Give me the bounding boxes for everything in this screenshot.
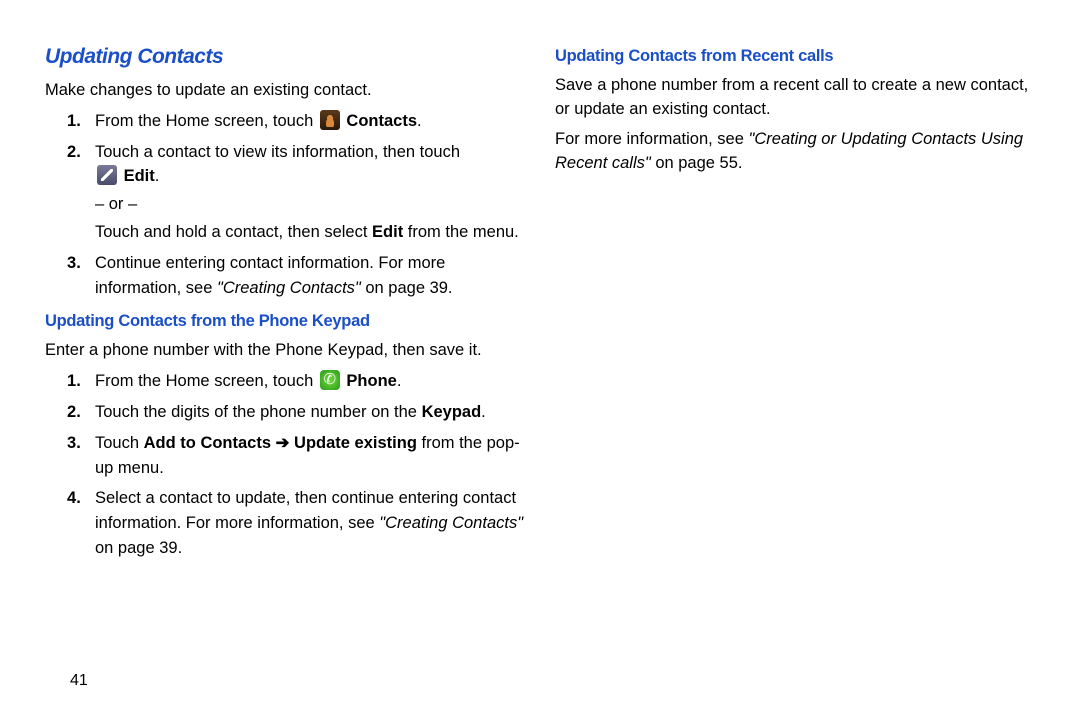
or-divider: – or –	[95, 195, 525, 214]
intro-text: Enter a phone number with the Phone Keyp…	[45, 339, 525, 363]
step-text: .	[155, 167, 160, 185]
arrow-icon: ➔	[276, 434, 290, 452]
step-bold: Contacts	[342, 112, 417, 130]
step-text: .	[397, 372, 402, 390]
step-item: From the Home screen, touch Contacts.	[67, 109, 525, 134]
step-text: on page 39.	[361, 279, 453, 297]
step-item: Touch Add to Contacts ➔ Update existing …	[67, 431, 525, 481]
step-text: From the Home screen, touch	[95, 372, 318, 390]
left-column: Updating Contacts Make changes to update…	[30, 45, 540, 700]
intro-text: Make changes to update an existing conta…	[45, 79, 525, 103]
page-number: 41	[70, 672, 88, 690]
step-bold: Update existing	[289, 434, 416, 452]
contacts-icon	[320, 110, 340, 130]
step-text: Touch the digits of the phone number on …	[95, 403, 422, 421]
intro-text: Save a phone number from a recent call t…	[555, 74, 1035, 122]
edit-icon	[97, 165, 117, 185]
step-text: .	[481, 403, 486, 421]
right-column: Updating Contacts from Recent calls Save…	[540, 45, 1050, 700]
step-text: .	[417, 112, 422, 130]
subsection-heading-keypad: Updating Contacts from the Phone Keypad	[45, 312, 525, 331]
step-text: on page 39.	[95, 539, 182, 557]
cross-ref: "Creating Contacts"	[379, 514, 523, 532]
alt-instruction: Touch and hold a contact, then select Ed…	[95, 220, 525, 245]
step-item: Touch a contact to view its information,…	[67, 140, 525, 190]
section-heading-updating-contacts: Updating Contacts	[45, 45, 525, 69]
step-bold: Phone	[342, 372, 397, 390]
step-text: From the Home screen, touch	[95, 112, 318, 130]
step-text: Touch a contact to view its information,…	[95, 143, 460, 161]
step-item: Touch the digits of the phone number on …	[67, 400, 525, 425]
more-text: on page 55.	[651, 154, 743, 172]
step-item: Continue entering contact information. F…	[67, 251, 525, 301]
steps-list-2: From the Home screen, touch Phone. Touch…	[67, 369, 525, 560]
more-info: For more information, see "Creating or U…	[555, 128, 1035, 176]
step-item: Select a contact to update, then continu…	[67, 486, 525, 560]
step-bold: Add to Contacts	[144, 434, 276, 452]
alt-text: from the menu.	[403, 223, 519, 241]
step-bold: Keypad	[422, 403, 482, 421]
cross-ref: "Creating Contacts"	[217, 279, 361, 297]
step-text: Touch	[95, 434, 144, 452]
step-bold: Edit	[119, 167, 155, 185]
steps-list-1b: Continue entering contact information. F…	[67, 251, 525, 301]
more-text: For more information, see	[555, 130, 749, 148]
step-item: From the Home screen, touch Phone.	[67, 369, 525, 394]
subsection-heading-recent-calls: Updating Contacts from Recent calls	[555, 47, 1035, 66]
phone-icon	[320, 370, 340, 390]
alt-bold: Edit	[372, 223, 403, 241]
steps-list-1: From the Home screen, touch Contacts. To…	[67, 109, 525, 189]
alt-text: Touch and hold a contact, then select	[95, 223, 372, 241]
